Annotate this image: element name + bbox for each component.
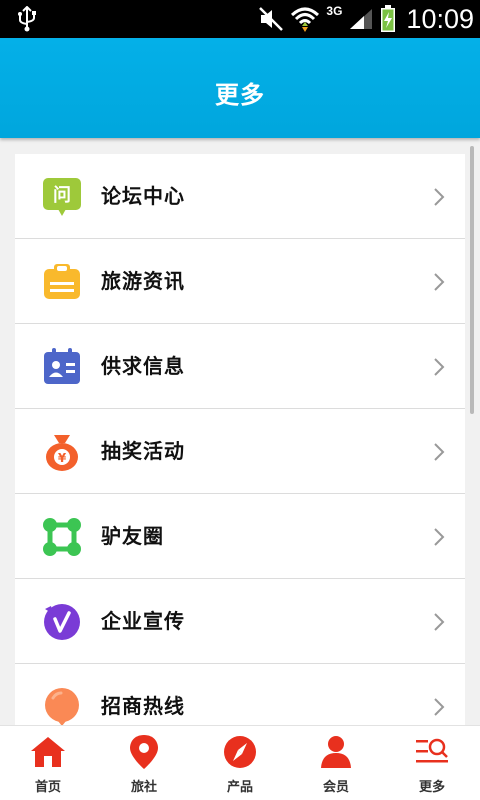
menu-item-label: 论坛中心	[101, 184, 185, 208]
status-bar: 3G 10:09	[0, 0, 480, 38]
user-icon	[321, 736, 351, 768]
menu-item-lottery[interactable]: ¥ 抽奖活动	[15, 409, 465, 494]
clock: 10:09	[406, 3, 474, 34]
menu-item-label: 招商热线	[101, 694, 185, 718]
page-title: 更多	[215, 80, 265, 109]
title-bar: 更多	[0, 38, 480, 138]
usb-icon	[18, 6, 36, 32]
menu-item-label: 驴友圈	[101, 524, 164, 548]
chevron-right-icon	[434, 528, 445, 546]
balloon-icon	[45, 688, 79, 725]
menu-item-company-promo[interactable]: 企业宣传	[15, 579, 465, 664]
location-pin-icon	[130, 735, 158, 769]
more-search-icon	[416, 738, 448, 763]
money-bag-icon: ¥	[46, 435, 78, 471]
chevron-right-icon	[434, 358, 445, 376]
nav-travel-agency[interactable]: 旅社	[96, 726, 192, 800]
chevron-right-icon	[434, 273, 445, 291]
nav-label: 旅社	[130, 780, 157, 795]
wifi-icon	[291, 7, 320, 32]
mute-icon	[259, 7, 284, 31]
contact-card-icon	[44, 348, 80, 384]
company-promo-icon	[44, 604, 80, 640]
menu-item-forum[interactable]: 问 论坛中心	[15, 154, 465, 239]
menu-item-label: 旅游资讯	[101, 269, 185, 293]
forum-icon-glyph: 问	[53, 185, 71, 206]
menu-item-label: 供求信息	[101, 354, 185, 378]
signal-icon	[350, 9, 373, 29]
nav-member[interactable]: 会员	[288, 726, 384, 800]
menu-item-label: 抽奖活动	[101, 439, 185, 463]
friends-network-icon	[43, 518, 81, 556]
nav-more[interactable]: 更多	[384, 726, 480, 800]
chevron-right-icon	[434, 698, 445, 716]
nav-label: 产品	[226, 780, 253, 795]
menu-item-investment-hotline[interactable]: 招商热线	[15, 664, 465, 725]
nav-home[interactable]: 首页	[0, 726, 96, 800]
menu-list: 问 论坛中心 旅游资讯 供求信息 ¥ 抽奖活动 驴友圈 企业宣传 招商热线	[15, 154, 465, 725]
scrollbar[interactable]	[470, 146, 474, 414]
chevron-right-icon	[434, 613, 445, 631]
ticket-icon	[44, 264, 80, 299]
nav-label: 更多	[418, 780, 445, 795]
menu-item-friends-circle[interactable]: 驴友圈	[15, 494, 465, 579]
network-type: 3G	[326, 4, 343, 18]
nav-label: 首页	[34, 780, 61, 795]
menu-item-supply-demand[interactable]: 供求信息	[15, 324, 465, 409]
bottom-nav: 首页 旅社 产品 会员 更多	[0, 725, 480, 800]
money-bag-glyph: ¥	[58, 451, 67, 465]
menu-item-label: 企业宣传	[101, 609, 185, 633]
battery-icon	[381, 5, 396, 32]
nav-products[interactable]: 产品	[192, 726, 288, 800]
chevron-right-icon	[434, 188, 445, 206]
chevron-right-icon	[434, 443, 445, 461]
compass-icon	[224, 736, 256, 768]
nav-label: 会员	[322, 780, 349, 795]
home-icon	[31, 737, 65, 767]
menu-item-travel-news[interactable]: 旅游资讯	[15, 239, 465, 324]
forum-question-icon: 问	[43, 178, 81, 216]
